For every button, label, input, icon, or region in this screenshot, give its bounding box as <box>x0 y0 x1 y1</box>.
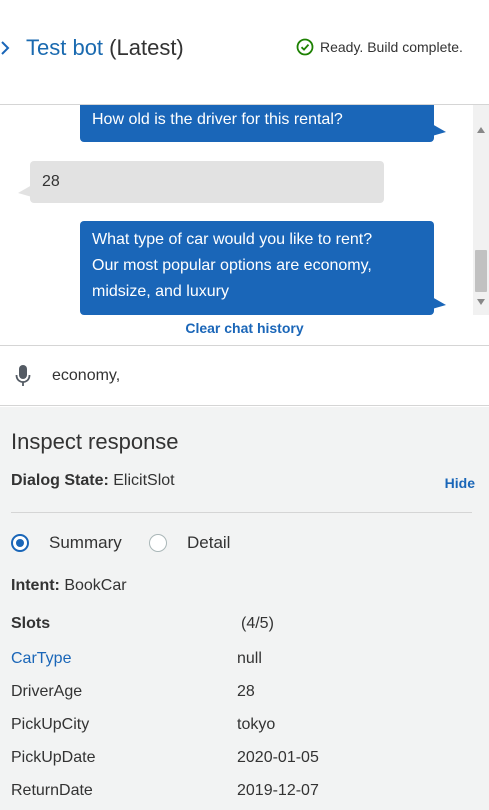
build-status-text: Ready. Build complete. <box>320 39 463 55</box>
microphone-icon[interactable] <box>14 364 32 388</box>
bot-name: Test bot <box>26 35 104 60</box>
slot-name: ReturnDate <box>11 782 93 799</box>
scroll-up-icon[interactable] <box>477 127 485 133</box>
detail-radio[interactable]: Detail <box>149 533 230 553</box>
slot-row: PickUpDate 2020-01-05 <box>11 749 471 769</box>
header: Test bot (Latest) Ready. Build complete. <box>0 0 489 105</box>
bot-message-line: midsize, and luxury <box>92 283 229 300</box>
bot-message: How old is the driver for this rental? <box>80 105 446 142</box>
slot-name-link[interactable]: CarType <box>11 650 71 668</box>
clear-chat-history-link[interactable]: Clear chat history <box>0 320 489 336</box>
slot-row: DriverAge 28 <box>11 683 471 703</box>
scroll-thumb[interactable] <box>475 250 487 292</box>
inspect-response-panel: Inspect response Dialog State: ElicitSlo… <box>0 407 489 810</box>
detail-radio-label: Detail <box>187 533 231 552</box>
slot-value: null <box>237 650 262 667</box>
page-title: Test bot (Latest) <box>26 34 184 62</box>
dialog-state-label: Dialog State: <box>11 472 109 489</box>
summary-radio-label: Summary <box>49 533 122 552</box>
intent-value: BookCar <box>64 577 127 594</box>
user-message: 28 <box>18 161 384 203</box>
chat-scrollbar[interactable] <box>473 105 489 315</box>
build-status: Ready. Build complete. <box>296 38 463 56</box>
slot-value: 2019-12-07 <box>237 782 319 799</box>
bot-message-text: How old is the driver for this rental? <box>92 111 343 128</box>
summary-radio[interactable]: Summary <box>11 533 122 553</box>
radio-selected-icon[interactable] <box>11 534 29 552</box>
slot-name: PickUpCity <box>11 716 90 733</box>
chat-input-row <box>0 345 489 406</box>
slot-value: 2020-01-05 <box>237 749 319 766</box>
check-circle-icon <box>296 38 314 56</box>
slot-value: tokyo <box>237 716 276 733</box>
dialog-state-value: ElicitSlot <box>113 472 175 489</box>
slot-row: ReturnDate 2019-12-07 <box>11 782 471 802</box>
chevron-right-icon[interactable] <box>0 36 12 60</box>
bot-message: What type of car would you like to rent?… <box>80 221 446 315</box>
slots-count: (4/5) <box>241 615 274 632</box>
chat-history[interactable]: How old is the driver for this rental? 2… <box>0 105 489 345</box>
slots-heading: Slots <box>11 615 51 632</box>
slot-name: DriverAge <box>11 683 83 700</box>
dialog-state: Dialog State: ElicitSlot <box>11 472 175 490</box>
hide-button[interactable]: Hide <box>445 475 475 491</box>
slot-value: 28 <box>237 683 255 700</box>
inspect-response-title: Inspect response <box>11 429 179 454</box>
slot-row: CarType null <box>11 650 471 670</box>
chat-message-input[interactable] <box>52 362 462 390</box>
radio-unselected-icon[interactable] <box>149 534 167 552</box>
slot-row: PickUpCity tokyo <box>11 716 471 736</box>
divider <box>11 512 472 513</box>
bot-version: (Latest) <box>109 35 184 60</box>
bot-message-line: What type of car would you like to rent? <box>92 231 373 248</box>
slot-name: PickUpDate <box>11 749 96 766</box>
bot-message-line: Our most popular options are economy, <box>92 257 372 274</box>
scroll-down-icon[interactable] <box>477 299 485 305</box>
user-message-text: 28 <box>42 173 60 190</box>
intent-label: Intent: <box>11 577 60 594</box>
intent: Intent: BookCar <box>11 577 127 595</box>
